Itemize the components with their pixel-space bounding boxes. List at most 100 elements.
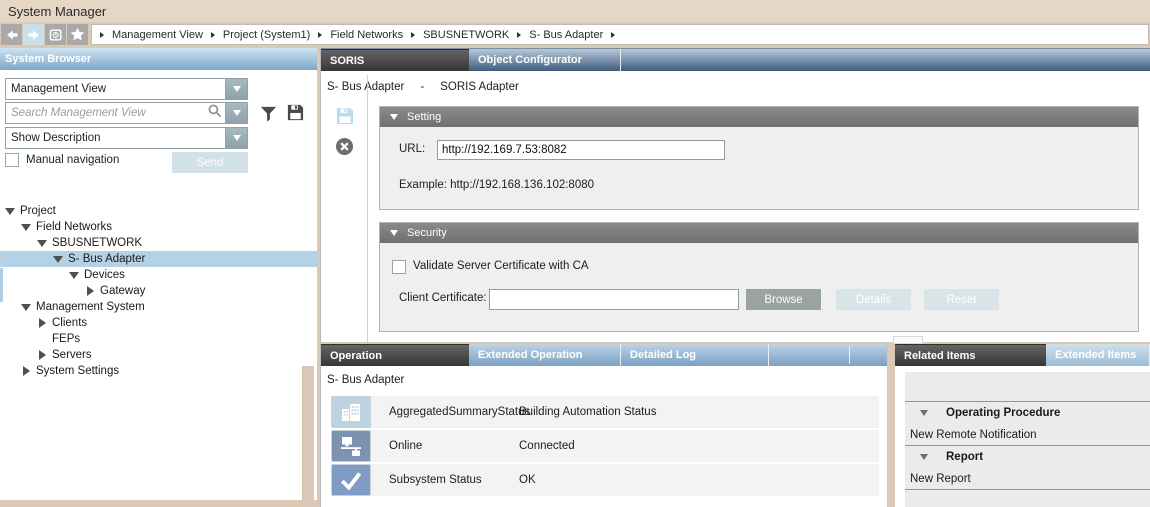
primary-tab-object-configurator[interactable]: Object Configurator <box>469 49 621 71</box>
tree-scrollbar[interactable] <box>302 366 314 500</box>
primary-pane: SORISObject Configurator S- Bus Adapter … <box>320 48 1150 342</box>
reset-button[interactable]: Reset <box>924 289 999 310</box>
breadcrumb-item-management-view[interactable]: Management View <box>112 29 203 41</box>
expander-right-icon[interactable] <box>84 286 96 296</box>
security-section-header[interactable]: Security <box>380 223 1138 243</box>
tree-item-s-bus-adapter[interactable]: S- Bus Adapter <box>0 251 317 267</box>
breadcrumb-arrow-icon <box>318 32 322 38</box>
forward-button[interactable] <box>23 24 44 45</box>
related-tab-related-items[interactable]: Related Items <box>895 344 1046 366</box>
operation-row-online[interactable]: Online Connected <box>331 430 879 462</box>
tree-item-field-networks[interactable]: Field Networks <box>0 219 317 235</box>
browse-button[interactable]: Browse <box>746 289 821 310</box>
title-bar: System Manager <box>0 0 1150 22</box>
expander-down-icon[interactable] <box>20 304 32 311</box>
tree-item-system-settings[interactable]: System Settings <box>0 363 317 379</box>
filter-button[interactable] <box>259 104 278 123</box>
related-tab-extended-items[interactable]: Extended Items <box>1046 344 1150 366</box>
url-label: URL: <box>399 143 425 155</box>
breadcrumb-item-s-bus-adapter[interactable]: S- Bus Adapter <box>529 29 603 41</box>
send-button[interactable]: Send <box>172 152 248 173</box>
operation-object-name: S- Bus Adapter <box>327 374 404 386</box>
chevron-down-icon <box>233 110 241 116</box>
primary-tab-soris[interactable]: SORIS <box>321 49 469 71</box>
back-button[interactable] <box>1 24 22 45</box>
view-dropdown[interactable]: Management View <box>5 78 248 100</box>
setting-section: Setting URL: Example: http://192.168.136… <box>379 106 1139 210</box>
tree-item-sbusnetwork[interactable]: SBUSNETWORK <box>0 235 317 251</box>
history-button[interactable] <box>45 24 66 45</box>
operation-panel: OperationExtended OperationDetailed Log … <box>320 344 888 507</box>
url-input[interactable] <box>437 140 725 160</box>
client-certificate-input[interactable] <box>489 289 739 310</box>
floppy-icon <box>286 103 305 122</box>
property-name: Subsystem Status <box>389 474 515 486</box>
description-dropdown-value: Show Description <box>6 132 225 144</box>
tree-item-label: Clients <box>52 317 87 329</box>
property-value: Connected <box>519 440 575 452</box>
related-section-report[interactable]: Report <box>905 446 1150 468</box>
tree-item-gateway[interactable]: Gateway <box>0 283 317 299</box>
expander-right-icon[interactable] <box>20 366 32 376</box>
setting-section-header[interactable]: Setting <box>380 107 1138 127</box>
favorites-button[interactable] <box>67 24 88 45</box>
floppy-icon <box>335 106 355 126</box>
operation-tab-detailed-log[interactable]: Detailed Log <box>621 344 769 366</box>
expander-down-icon[interactable] <box>20 224 32 231</box>
description-dropdown-button[interactable] <box>225 128 247 148</box>
expander-right-icon[interactable] <box>36 318 48 328</box>
funnel-icon <box>259 104 278 123</box>
expander-down-icon[interactable] <box>4 208 16 215</box>
operation-row-subsystem-status[interactable]: Subsystem StatusOK <box>331 464 879 496</box>
manual-navigation-checkbox[interactable] <box>5 153 19 167</box>
tree-item-management-system[interactable]: Management System <box>0 299 317 315</box>
related-section-title: Operating Procedure <box>946 407 1060 419</box>
tree-item-servers[interactable]: Servers <box>0 347 317 363</box>
related-item-new-remote-notification[interactable]: New Remote Notification <box>905 424 1150 445</box>
expander-down-icon[interactable] <box>36 240 48 247</box>
expander-down-icon[interactable] <box>52 256 64 263</box>
security-section-title: Security <box>407 227 447 239</box>
property-name: Online <box>389 440 515 452</box>
window-title: System Manager <box>0 4 106 19</box>
breadcrumb-item-field-networks[interactable]: Field Networks <box>330 29 403 41</box>
operation-tab-extended-operation[interactable]: Extended Operation <box>469 344 621 366</box>
related-panel-notch <box>893 336 923 344</box>
forward-arrow-icon <box>25 26 43 44</box>
validate-ca-label: Validate Server Certificate with CA <box>413 260 589 272</box>
related-items-list: Operating Procedure New Remote Notificati… <box>905 372 1150 507</box>
validate-ca-checkbox[interactable] <box>392 260 406 274</box>
back-arrow-icon <box>3 26 21 44</box>
network-icon <box>331 430 371 462</box>
tree-item-devices[interactable]: Devices <box>0 267 317 283</box>
related-blank-row <box>905 372 1150 401</box>
system-manager-window: System Manager Management View Project (S… <box>0 0 1150 507</box>
details-button[interactable]: Details <box>836 289 911 310</box>
search-dropdown-button[interactable] <box>225 103 247 123</box>
related-items-panel: Related ItemsExtended Items Operating Pr… <box>895 344 1150 507</box>
description-dropdown[interactable]: Show Description <box>5 127 248 149</box>
related-item-new-report[interactable]: New Report <box>905 468 1150 489</box>
tree-item-clients[interactable]: Clients <box>0 315 317 331</box>
operation-row-aggregatedsummarystatus[interactable]: AggregatedSummaryStatusBuilding Automati… <box>331 396 879 428</box>
breadcrumb-item-project-system1[interactable]: Project (System1) <box>223 29 310 41</box>
x-circle-icon <box>335 137 354 156</box>
discard-button[interactable] <box>335 137 354 161</box>
editor-toolbar <box>321 75 368 342</box>
expander-right-icon[interactable] <box>36 350 48 360</box>
breadcrumb-item-sbusnetwork[interactable]: SBUSNETWORK <box>423 29 509 41</box>
system-tree: ProjectField NetworksSBUSNETWORKS- Bus A… <box>0 203 317 379</box>
search-input[interactable] <box>6 107 205 119</box>
collapse-icon <box>390 114 398 120</box>
chevron-down-icon <box>233 86 241 92</box>
related-section-operating-procedure[interactable]: Operating Procedure <box>905 402 1150 424</box>
divider <box>905 489 1150 490</box>
save-search-button[interactable] <box>286 103 305 122</box>
tab-separator <box>849 346 850 364</box>
view-dropdown-button[interactable] <box>225 79 247 99</box>
expander-down-icon[interactable] <box>68 272 80 279</box>
operation-tab-operation[interactable]: Operation <box>321 344 469 366</box>
tree-item-feps[interactable]: FEPs <box>0 331 317 347</box>
save-button[interactable] <box>335 106 355 131</box>
tree-item-project[interactable]: Project <box>0 203 317 219</box>
